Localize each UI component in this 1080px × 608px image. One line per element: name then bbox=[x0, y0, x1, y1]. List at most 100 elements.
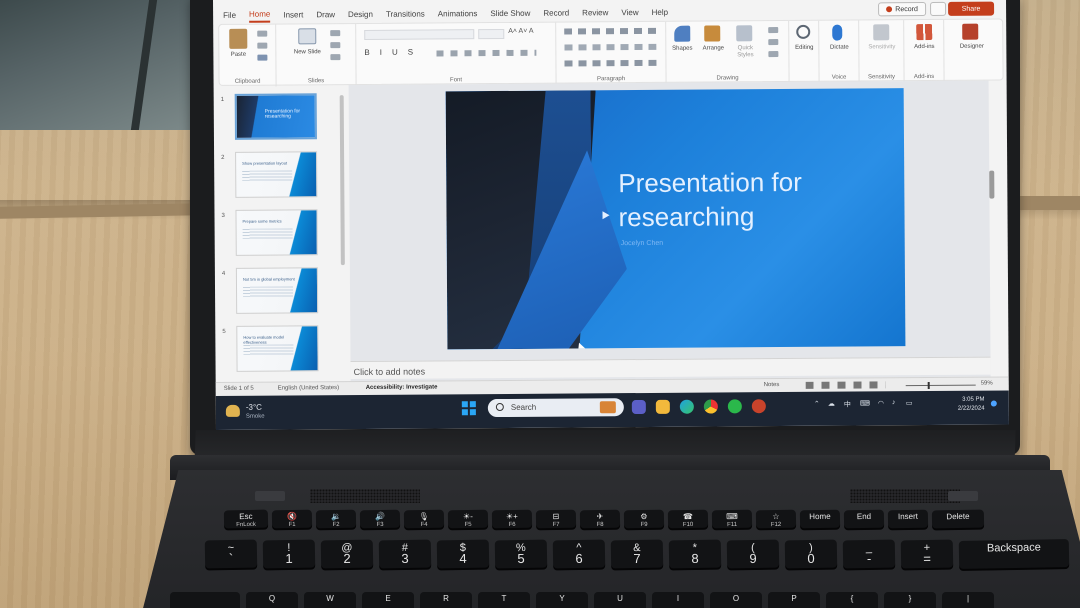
arrange-icon[interactable] bbox=[704, 25, 721, 42]
slide-thumbnail[interactable]: Show presentation layout bbox=[235, 151, 318, 198]
addins-icon[interactable] bbox=[916, 23, 933, 41]
key-number-row[interactable]: ! 1 bbox=[262, 539, 316, 571]
key-letter-row[interactable]: U bbox=[594, 592, 646, 608]
key-letter-row[interactable] bbox=[170, 592, 240, 608]
view-buttons[interactable] bbox=[805, 381, 886, 389]
key-number-row[interactable]: & 7 bbox=[610, 539, 664, 571]
file-explorer-icon[interactable] bbox=[655, 399, 670, 414]
key-fn-row[interactable]: ⌨ F11 bbox=[711, 509, 753, 531]
onedrive-icon[interactable]: ☁ bbox=[828, 400, 835, 408]
ribbon-tab-help[interactable]: Help bbox=[652, 5, 669, 18]
ribbon-tab-transitions[interactable]: Transitions bbox=[386, 7, 425, 20]
section-icon[interactable] bbox=[330, 54, 341, 61]
key-number-row[interactable]: * 8 bbox=[668, 539, 722, 571]
ribbon-tab-view[interactable]: View bbox=[621, 6, 638, 19]
sensitivity-icon[interactable] bbox=[873, 24, 890, 41]
key-letter-row[interactable]: T bbox=[478, 592, 530, 608]
shape-fill-icon[interactable] bbox=[768, 27, 779, 34]
key-number-row[interactable]: % 5 bbox=[494, 539, 548, 571]
ime-indicator[interactable]: 中 bbox=[844, 400, 851, 410]
notification-icon[interactable] bbox=[990, 400, 997, 407]
font-style-button[interactable]: B bbox=[364, 48, 369, 57]
key-number-row[interactable]: ~ ` bbox=[204, 539, 258, 571]
key-fn-row[interactable]: Home bbox=[799, 509, 841, 531]
weather-description[interactable]: Smoke bbox=[246, 414, 265, 420]
shape-effects-icon[interactable] bbox=[768, 51, 779, 58]
system-clock[interactable]: 3:05 PM 2/22/2024 bbox=[958, 396, 985, 414]
whatsapp-icon[interactable] bbox=[727, 399, 742, 414]
key-fn-row[interactable]: 🎙 F4 bbox=[403, 509, 445, 531]
key-letter-row[interactable]: P bbox=[768, 592, 820, 608]
grow-shrink-font-icon[interactable]: A˄ A˅ A bbox=[508, 28, 533, 35]
key-number-row[interactable]: + = bbox=[900, 539, 954, 571]
ribbon-tab-slide-show[interactable]: Slide Show bbox=[490, 6, 530, 19]
ribbon-tab-design[interactable]: Design bbox=[348, 7, 373, 20]
key-number-row[interactable]: Backspace bbox=[958, 539, 1070, 571]
key-letter-row[interactable]: Y bbox=[536, 592, 588, 608]
font-name-select[interactable] bbox=[364, 29, 475, 40]
powerpoint-icon[interactable] bbox=[751, 399, 766, 414]
slide-thumbnail[interactable]: Not 5m in global employment bbox=[235, 267, 319, 314]
zoom-slider[interactable] bbox=[905, 384, 976, 387]
key-letter-row[interactable]: R bbox=[420, 592, 472, 608]
key-number-row[interactable]: _ - bbox=[842, 539, 896, 571]
taskbar-search[interactable]: Search bbox=[487, 398, 624, 418]
key-fn-row[interactable]: ⚙ F9 bbox=[623, 509, 665, 531]
ribbon-tab-record[interactable]: Record bbox=[543, 6, 569, 19]
slide-thumbnail[interactable]: How to evaluate model effectiveness bbox=[236, 325, 319, 372]
key-fn-row[interactable]: End bbox=[843, 509, 885, 531]
designer-icon[interactable] bbox=[962, 23, 979, 40]
microphone-icon[interactable] bbox=[832, 24, 843, 41]
key-fn-row[interactable]: ✈ F8 bbox=[579, 509, 621, 531]
key-fn-row[interactable]: ☀+ F6 bbox=[491, 509, 533, 531]
weather-icon[interactable] bbox=[225, 404, 240, 417]
camera-button[interactable] bbox=[930, 1, 947, 16]
slide-thumbnail[interactable]: Presentation for researching bbox=[234, 93, 317, 140]
key-letter-row[interactable]: I bbox=[652, 592, 704, 608]
slide-title[interactable]: Presentation for researching bbox=[618, 164, 878, 234]
keyboard-layout-icon[interactable]: ⌨ bbox=[860, 399, 870, 407]
key-letter-row[interactable]: E bbox=[362, 592, 414, 608]
shape-outline-icon[interactable] bbox=[768, 39, 779, 46]
chrome-icon[interactable] bbox=[703, 399, 718, 414]
shapes-icon[interactable] bbox=[674, 25, 691, 42]
key-number-row[interactable]: #3 bbox=[378, 539, 432, 571]
slide-subtitle[interactable]: Jocelyn Chen bbox=[621, 240, 663, 247]
layout-icon[interactable] bbox=[330, 30, 341, 37]
key-letter-row[interactable]: { bbox=[826, 592, 878, 608]
key-fn-row[interactable]: 🔇 F1 bbox=[271, 509, 313, 531]
ribbon-tab-insert[interactable]: Insert bbox=[283, 8, 303, 21]
power-button[interactable] bbox=[255, 491, 285, 501]
key-letter-row[interactable]: | bbox=[942, 592, 994, 608]
ribbon-tab-home[interactable]: Home bbox=[248, 7, 271, 23]
paste-icon[interactable] bbox=[229, 28, 248, 49]
format-painter-icon[interactable] bbox=[257, 54, 268, 61]
language-indicator[interactable]: English (United States) bbox=[278, 385, 339, 391]
key-number-row[interactable]: @2 bbox=[320, 539, 374, 571]
new-slide-icon[interactable] bbox=[298, 28, 317, 45]
key-letter-row[interactable]: O bbox=[710, 592, 762, 608]
copy-icon[interactable] bbox=[257, 42, 268, 49]
reset-icon[interactable] bbox=[330, 42, 341, 49]
zoom-slider-knob[interactable] bbox=[927, 382, 930, 390]
cut-icon[interactable] bbox=[257, 30, 268, 37]
zoom-level[interactable]: 59% bbox=[981, 381, 993, 387]
ribbon-tab-file[interactable]: File bbox=[223, 8, 236, 21]
key-fn-row[interactable]: 🔊 F3 bbox=[359, 509, 401, 531]
font-effects-icons[interactable] bbox=[436, 49, 537, 57]
key-fn-row[interactable]: ☆ F12 bbox=[755, 509, 797, 531]
battery-icon[interactable]: ▭ bbox=[906, 399, 913, 407]
indent-icons[interactable] bbox=[564, 43, 657, 51]
list-icons[interactable] bbox=[564, 27, 657, 35]
font-size-select[interactable] bbox=[478, 28, 505, 40]
key-fn-row[interactable]: Esc FnLock bbox=[223, 509, 269, 531]
accessibility-status[interactable]: Accessibility: Investigate bbox=[366, 384, 438, 391]
key-letter-row[interactable]: W bbox=[304, 592, 356, 608]
current-slide[interactable]: Presentation for researching Jocelyn Che… bbox=[445, 88, 906, 350]
key-number-row[interactable]: $4 bbox=[436, 539, 490, 571]
find-icon[interactable] bbox=[796, 24, 811, 39]
font-style-button[interactable]: S bbox=[408, 48, 413, 57]
record-button[interactable]: Record bbox=[878, 2, 927, 17]
key-number-row[interactable]: ^ 6 bbox=[552, 539, 606, 571]
align-icons[interactable] bbox=[564, 59, 657, 67]
